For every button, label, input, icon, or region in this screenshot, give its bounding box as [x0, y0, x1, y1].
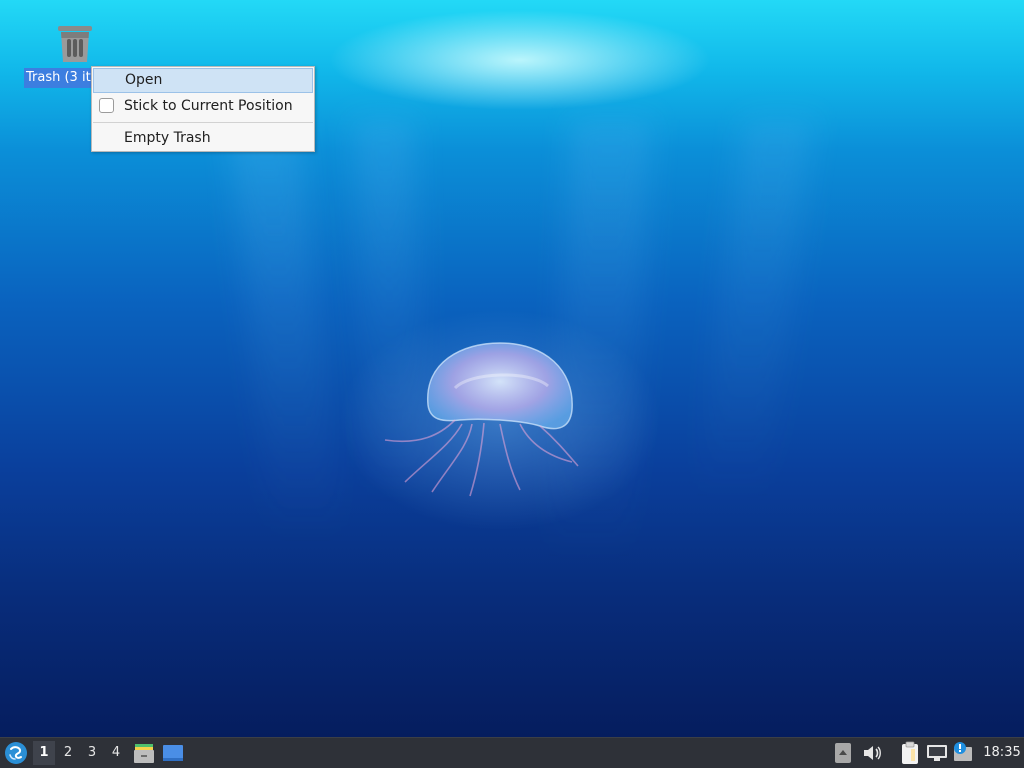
- menu-item-label: Open: [125, 72, 163, 88]
- stick-position-checkbox[interactable]: [99, 98, 114, 113]
- workspace-3-button[interactable]: 3: [81, 741, 103, 765]
- volume-icon[interactable]: [862, 744, 882, 762]
- taskbar-panel: 1 2 3 4 18:35: [0, 737, 1024, 768]
- menu-item-empty-trash[interactable]: Empty Trash: [93, 126, 313, 150]
- update-notifier-icon[interactable]: [952, 741, 974, 765]
- menu-item-stick-to-current-position[interactable]: Stick to Current Position: [93, 94, 313, 118]
- trash-icon: [58, 26, 92, 62]
- desktop-background[interactable]: Trash (3 it Open Stick to Current Positi…: [0, 0, 1024, 737]
- menu-item-label: Stick to Current Position: [124, 98, 293, 114]
- network-icon[interactable]: [926, 743, 948, 763]
- workspace-1-button[interactable]: 1: [33, 741, 55, 765]
- menu-item-label: Empty Trash: [124, 130, 211, 146]
- clock[interactable]: 18:35: [980, 738, 1024, 768]
- tray-expand-icon[interactable]: [835, 743, 851, 763]
- show-desktop-icon[interactable]: [161, 741, 185, 765]
- context-menu: Open Stick to Current Position Empty Tra…: [91, 66, 315, 152]
- lxqt-menu-icon[interactable]: [4, 741, 28, 765]
- menu-separator: [93, 122, 313, 123]
- file-manager-icon[interactable]: [132, 741, 156, 765]
- menu-item-open[interactable]: Open: [93, 68, 313, 93]
- workspace-4-button[interactable]: 4: [105, 741, 127, 765]
- clipboard-icon[interactable]: [899, 741, 921, 765]
- workspace-2-button[interactable]: 2: [57, 741, 79, 765]
